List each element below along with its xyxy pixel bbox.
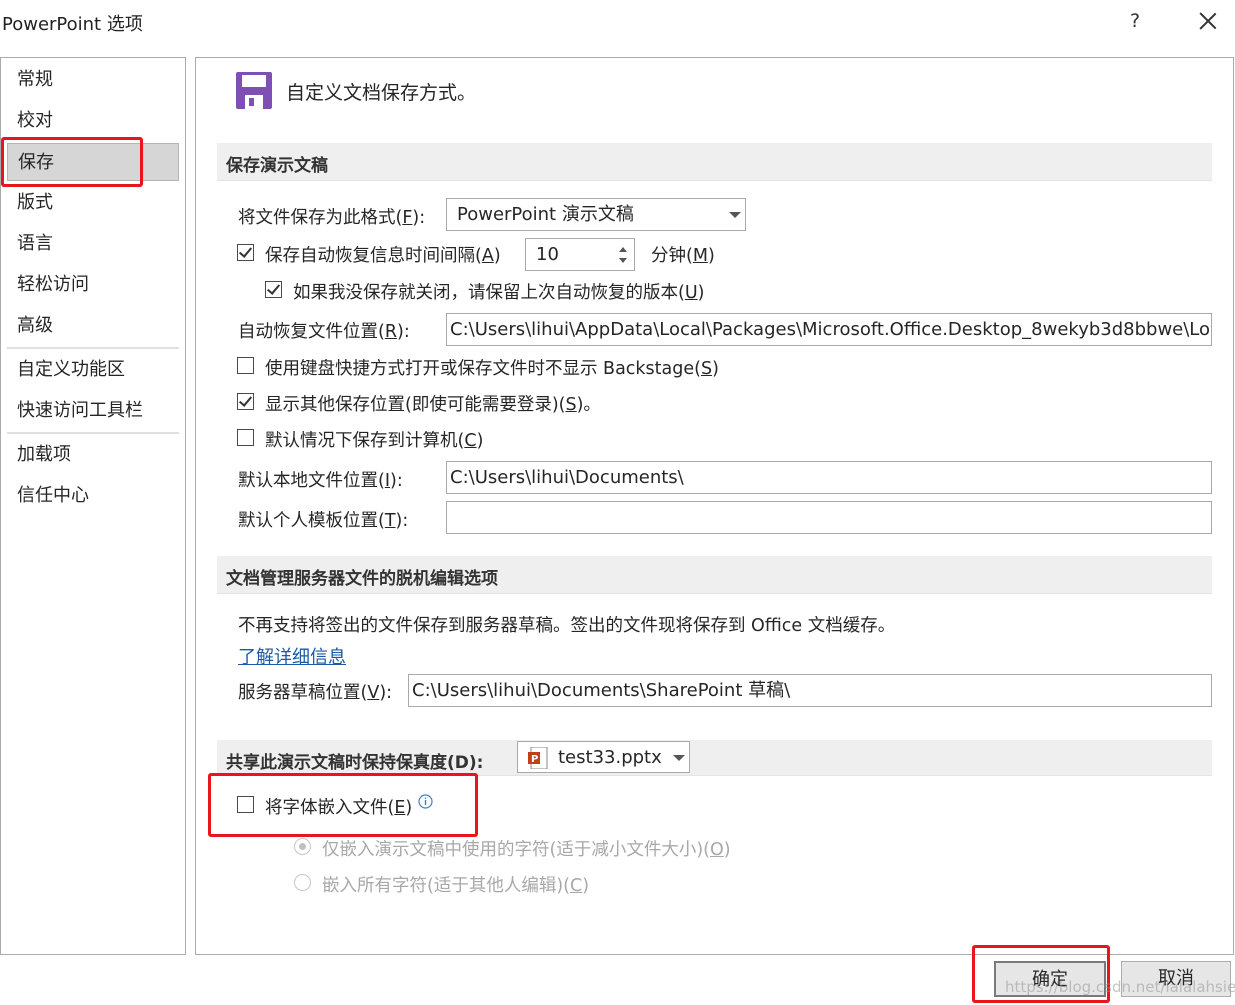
chevron-down-icon: [729, 212, 741, 218]
floppy-disk-icon: [236, 72, 272, 109]
nav-item-customize-ribbon[interactable]: 自定义功能区: [7, 351, 179, 389]
server-drafts-input[interactable]: C:\Users\lihui\Documents\SharePoint 草稿\: [408, 674, 1212, 707]
save-format-label: 将文件保存为此格式(F):: [238, 208, 426, 228]
nav-divider: [7, 347, 179, 349]
autorecover-location-label: 自动恢复文件位置(R):: [238, 322, 410, 342]
local-location-input[interactable]: C:\Users\lihui\Documents\: [446, 461, 1212, 494]
spin-down-icon[interactable]: [619, 258, 627, 263]
embed-all-chars-label: 嵌入所有字符(适于其他人编辑)(C): [322, 876, 590, 896]
autorecover-checkbox[interactable]: [237, 244, 254, 261]
autorecover-minutes-value: 10: [536, 244, 559, 265]
template-location-input[interactable]: [446, 501, 1212, 534]
fidelity-file-value: test33.pptx: [558, 747, 662, 768]
embed-all-chars-radio[interactable]: [294, 874, 311, 891]
save-to-computer-label: 默认情况下保存到计算机(C): [265, 431, 484, 451]
window-title: PowerPoint 选项: [2, 14, 143, 35]
no-backstage-label: 使用键盘快捷方式打开或保存文件时不显示 Backstage(S): [265, 359, 719, 379]
local-location-label: 默认本地文件位置(I):: [238, 471, 403, 491]
nav-item-general[interactable]: 常规: [7, 61, 179, 99]
spin-up-icon[interactable]: [619, 247, 627, 252]
section-title: 文档管理服务器文件的脱机编辑选项: [226, 569, 498, 589]
save-format-value: PowerPoint 演示文稿: [457, 204, 634, 225]
section-header-offline: 文档管理服务器文件的脱机编辑选项: [217, 556, 1212, 594]
autorecover-location-input[interactable]: C:\Users\lihui\AppData\Local\Packages\Mi…: [446, 313, 1212, 346]
embed-fonts-label: 将字体嵌入文件(E): [265, 798, 413, 818]
autorecover-minutes-stepper[interactable]: 10: [525, 238, 635, 271]
page-header-text: 自定义文档保存方式。: [286, 82, 477, 104]
template-location-label: 默认个人模板位置(T):: [238, 511, 409, 531]
section-title: 共享此演示文稿时保持保真度(D):: [226, 753, 484, 773]
embed-used-chars-radio[interactable]: [294, 838, 311, 855]
section-title: 保存演示文稿: [226, 156, 328, 176]
fidelity-file-dropdown[interactable]: P test33.pptx: [517, 741, 690, 773]
no-backstage-checkbox[interactable]: [237, 357, 254, 374]
keep-last-version-label: 如果我没保存就关闭，请保留上次自动恢复的版本(U): [293, 283, 705, 303]
nav-item-save[interactable]: 保存: [7, 143, 179, 181]
offline-note-text: 不再支持将签出的文件保存到服务器草稿。签出的文件现将保存到 Office 文档缓…: [238, 616, 896, 636]
save-format-dropdown[interactable]: PowerPoint 演示文稿: [446, 198, 746, 231]
help-button[interactable]: ?: [1130, 10, 1140, 32]
svg-text:P: P: [531, 754, 538, 765]
nav-item-accessibility[interactable]: 轻松访问: [7, 266, 179, 304]
embed-used-chars-label: 仅嵌入演示文稿中使用的字符(适于减小文件大小)(O): [322, 840, 731, 860]
minutes-unit-label: 分钟(M): [651, 246, 715, 266]
nav-item-quick-access-toolbar[interactable]: 快速访问工具栏: [7, 392, 179, 430]
close-icon[interactable]: [1197, 10, 1219, 32]
powerpoint-file-icon: P: [528, 747, 548, 769]
nav-item-proofing[interactable]: 校对: [7, 102, 179, 140]
embed-fonts-checkbox[interactable]: [237, 796, 254, 813]
show-other-locations-checkbox[interactable]: [237, 393, 254, 410]
info-icon[interactable]: [418, 794, 433, 809]
chevron-down-icon: [673, 755, 685, 761]
save-to-computer-checkbox[interactable]: [237, 429, 254, 446]
nav-panel: 常规 校对 保存 版式 语言 轻松访问 高级 自定义功能区 快速访问工具栏 加载…: [0, 57, 186, 955]
nav-item-layout[interactable]: 版式: [7, 184, 179, 222]
watermark-text: https://blog.csdn.net/lalalahsiee: [1005, 978, 1235, 996]
learn-more-link[interactable]: 了解详细信息: [238, 643, 346, 669]
nav-item-addins[interactable]: 加载项: [7, 436, 179, 474]
show-other-locations-label: 显示其他保存位置(即使可能需要登录)(S)。: [265, 395, 601, 415]
autorecover-label: 保存自动恢复信息时间间隔(A): [265, 246, 501, 266]
nav-item-language[interactable]: 语言: [7, 225, 179, 263]
nav-divider: [7, 432, 179, 434]
server-drafts-label: 服务器草稿位置(V):: [238, 683, 393, 703]
nav-item-trust-center[interactable]: 信任中心: [7, 477, 179, 515]
section-header-fidelity: 共享此演示文稿时保持保真度(D):: [217, 740, 1212, 776]
nav-item-advanced[interactable]: 高级: [7, 307, 179, 345]
section-header-save: 保存演示文稿: [217, 143, 1212, 181]
keep-last-version-checkbox[interactable]: [265, 281, 282, 298]
